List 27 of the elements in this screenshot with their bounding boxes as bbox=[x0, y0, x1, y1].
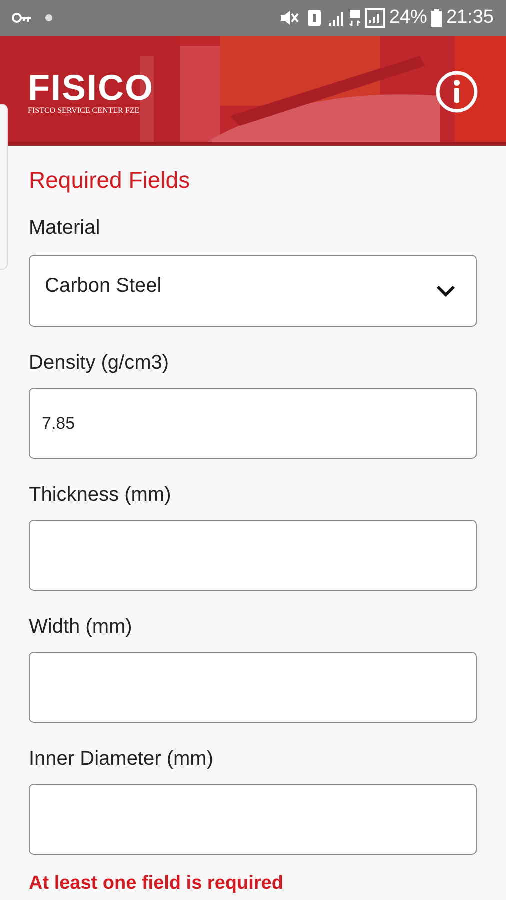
input-field[interactable]: 7.85 bbox=[29, 388, 477, 459]
mute-icon bbox=[280, 10, 300, 26]
field-label: Inner Diameter (mm) bbox=[29, 747, 214, 771]
sim-icon bbox=[308, 10, 322, 26]
info-button[interactable] bbox=[435, 70, 479, 114]
signal-icon bbox=[365, 8, 386, 28]
material-dropdown[interactable]: Carbon Steel bbox=[29, 255, 477, 327]
input-field[interactable] bbox=[29, 652, 477, 723]
drawer-handle[interactable] bbox=[0, 104, 8, 270]
notification-icon bbox=[44, 13, 54, 23]
input-field[interactable] bbox=[29, 784, 477, 855]
field-label: Density (g/cm3) bbox=[29, 351, 170, 375]
clock: 21:35 bbox=[446, 6, 494, 30]
logo: FISICO bbox=[28, 70, 154, 106]
section-title: Required Fields bbox=[29, 166, 192, 194]
field-label: Material bbox=[29, 216, 102, 240]
field-label: Width (mm) bbox=[29, 615, 134, 639]
battery-percentage: 24% bbox=[389, 6, 428, 30]
chevron-down-icon bbox=[436, 285, 456, 297]
logo-subtitle: FISTCO SERVICE CENTER FZE bbox=[28, 106, 141, 116]
error-message: At least one field is required bbox=[29, 873, 284, 895]
key-icon bbox=[12, 13, 32, 23]
input-field[interactable] bbox=[29, 520, 477, 591]
battery-icon bbox=[431, 9, 442, 27]
field-label: Thickness (mm) bbox=[29, 483, 172, 507]
signal-icon bbox=[329, 10, 346, 26]
network-icon bbox=[349, 9, 362, 27]
